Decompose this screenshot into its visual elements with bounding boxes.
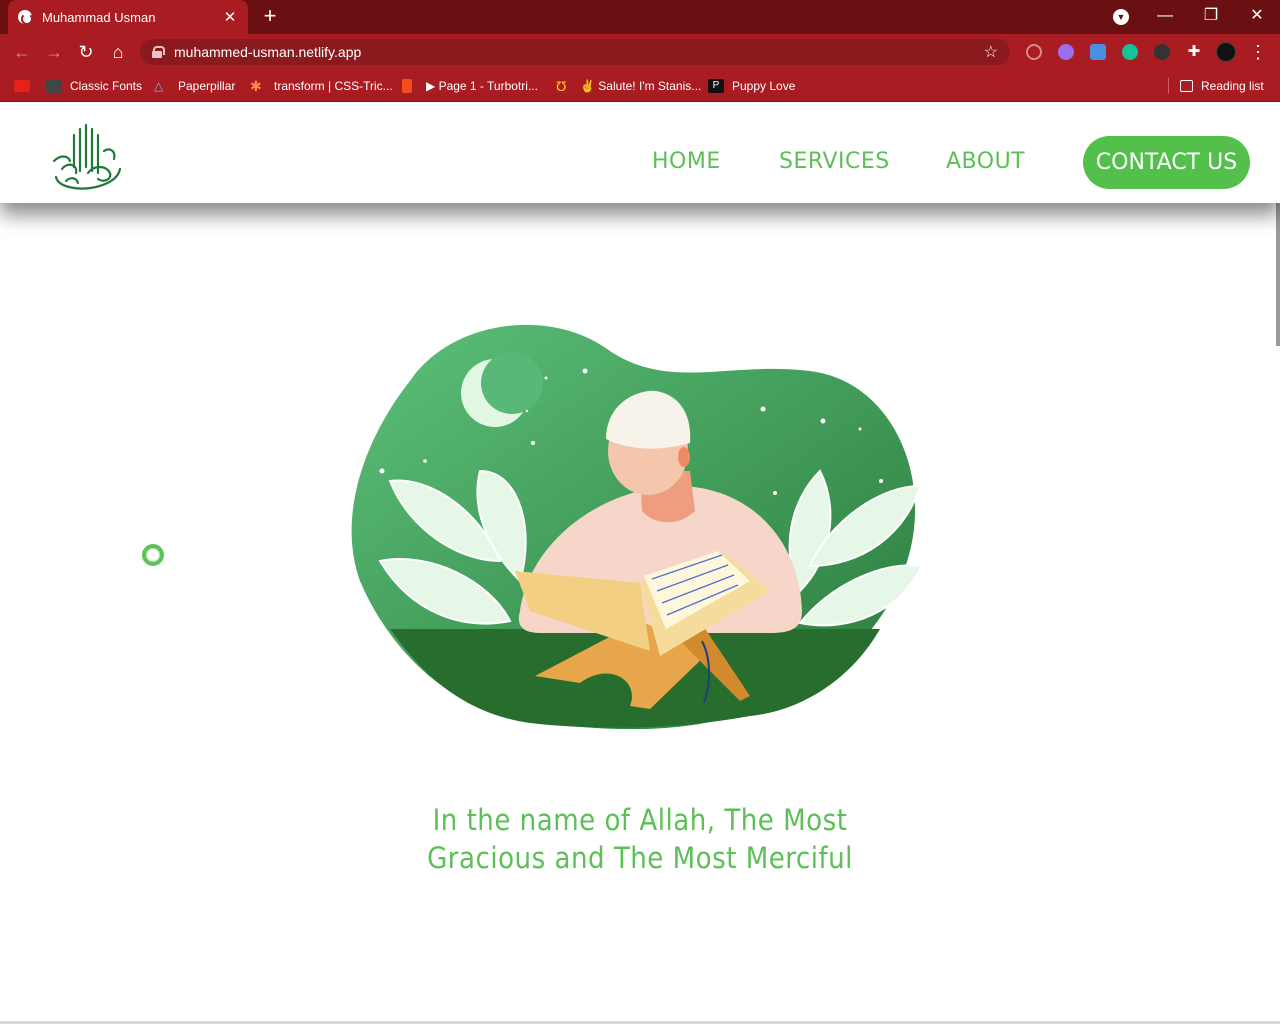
extension-icon[interactable] (1154, 44, 1170, 60)
quran-reading-illustration (351, 324, 924, 729)
bookmark-classic-fonts[interactable]: Classic Fonts (46, 76, 142, 96)
bookmark-star-icon[interactable]: ☆ (984, 42, 998, 62)
bookmark-label: Puppy Love (732, 79, 796, 93)
reading-list-button[interactable]: Reading list (1180, 76, 1264, 96)
loading-spinner-icon (142, 544, 164, 566)
hero-section: In the name of Allah, The Most Gracious … (0, 203, 1280, 1022)
restore-button[interactable]: ❐ (1196, 4, 1226, 28)
extension-icon[interactable] (1026, 44, 1042, 60)
paperpillar-icon: △ (154, 79, 164, 93)
puppy-love-icon: P (708, 79, 724, 93)
bookmark-puppy-love[interactable]: P Puppy Love (708, 76, 795, 96)
bookmark-label: Paperpillar (178, 79, 236, 93)
bookmark-css-tricks[interactable]: ✱ transform | CSS-Tric... (250, 76, 393, 96)
close-tab-icon[interactable]: ✕ (222, 8, 238, 26)
back-arrow-icon[interactable]: ← (10, 40, 34, 64)
bookmark-separator (1168, 78, 1169, 94)
reading-list-label: Reading list (1201, 79, 1264, 93)
figma-icon (402, 79, 412, 93)
globe-icon (18, 10, 33, 25)
grammarly-icon[interactable] (1122, 44, 1138, 60)
reload-icon[interactable]: ↻ (74, 40, 98, 64)
nav-services-link[interactable]: SERVICES (779, 149, 890, 174)
tab-title: Muhammad Usman (42, 9, 156, 25)
nav-about-link[interactable]: ABOUT (946, 149, 1025, 174)
bookmarks-bar: Classic Fonts △ Paperpillar ✱ transform … (0, 70, 1280, 102)
avatar[interactable] (1216, 42, 1236, 62)
horseshoe-icon: Ʊ (556, 78, 567, 94)
bookmark-turbotricks[interactable]: ▶ Page 1 - Turbotri... (426, 76, 538, 96)
contact-us-button[interactable]: CONTACT US (1083, 136, 1250, 189)
bookmark-label: ▶ Page 1 - Turbotri... (426, 79, 538, 93)
browser-tab-strip: Muhammad Usman ✕ + ▼ — ❐ ✕ (0, 0, 1280, 34)
address-bar[interactable]: muhammed-usman.netlify.app ☆ (140, 39, 1010, 65)
sg-icon (46, 79, 62, 93)
site-header: HOME SERVICES ABOUT CONTACT US (0, 103, 1280, 203)
bookmark-label: Classic Fonts (70, 79, 143, 93)
extension-icon[interactable] (1058, 44, 1074, 60)
extension-icon[interactable] (1090, 44, 1106, 60)
hero-bismillah-text: In the name of Allah, The Most Gracious … (427, 803, 853, 875)
bismillah-calligraphy-logo[interactable] (48, 121, 124, 195)
page-scrollbar[interactable] (1276, 203, 1280, 346)
url-text[interactable]: muhammed-usman.netlify.app (174, 44, 984, 60)
tab-search-icon[interactable]: ▼ (1113, 9, 1129, 25)
menu-dots-icon[interactable]: ⋮ (1246, 40, 1270, 64)
bookmark-label: transform | CSS-Tric... (274, 79, 393, 93)
home-icon[interactable]: ⌂ (106, 40, 130, 64)
bookmark-youtube[interactable] (14, 76, 38, 96)
bookmark-paperpillar[interactable]: △ Paperpillar (154, 76, 235, 96)
bookmark-label: ✌ Salute! I'm Stanis... (580, 79, 702, 93)
nav-home-link[interactable]: HOME (652, 149, 721, 174)
bookmark-figma[interactable] (402, 76, 420, 96)
extensions-puzzle-icon[interactable]: ✚ (1182, 40, 1206, 64)
reading-list-icon (1180, 80, 1193, 92)
browser-toolbar: ← → ↻ ⌂ muhammed-usman.netlify.app ☆ ✚ ⋮ (0, 34, 1280, 70)
lock-icon[interactable] (152, 46, 165, 58)
forward-arrow-icon[interactable]: → (42, 40, 66, 64)
browser-tab[interactable]: Muhammad Usman ✕ (8, 0, 248, 34)
close-window-button[interactable]: ✕ (1242, 4, 1272, 28)
bookmark-salute[interactable]: Ʊ ✌ Salute! I'm Stanis... (556, 76, 701, 96)
css-tricks-icon: ✱ (250, 78, 262, 94)
new-tab-button[interactable]: + (258, 4, 282, 28)
youtube-icon (14, 80, 30, 92)
minimize-button[interactable]: — (1150, 4, 1180, 28)
